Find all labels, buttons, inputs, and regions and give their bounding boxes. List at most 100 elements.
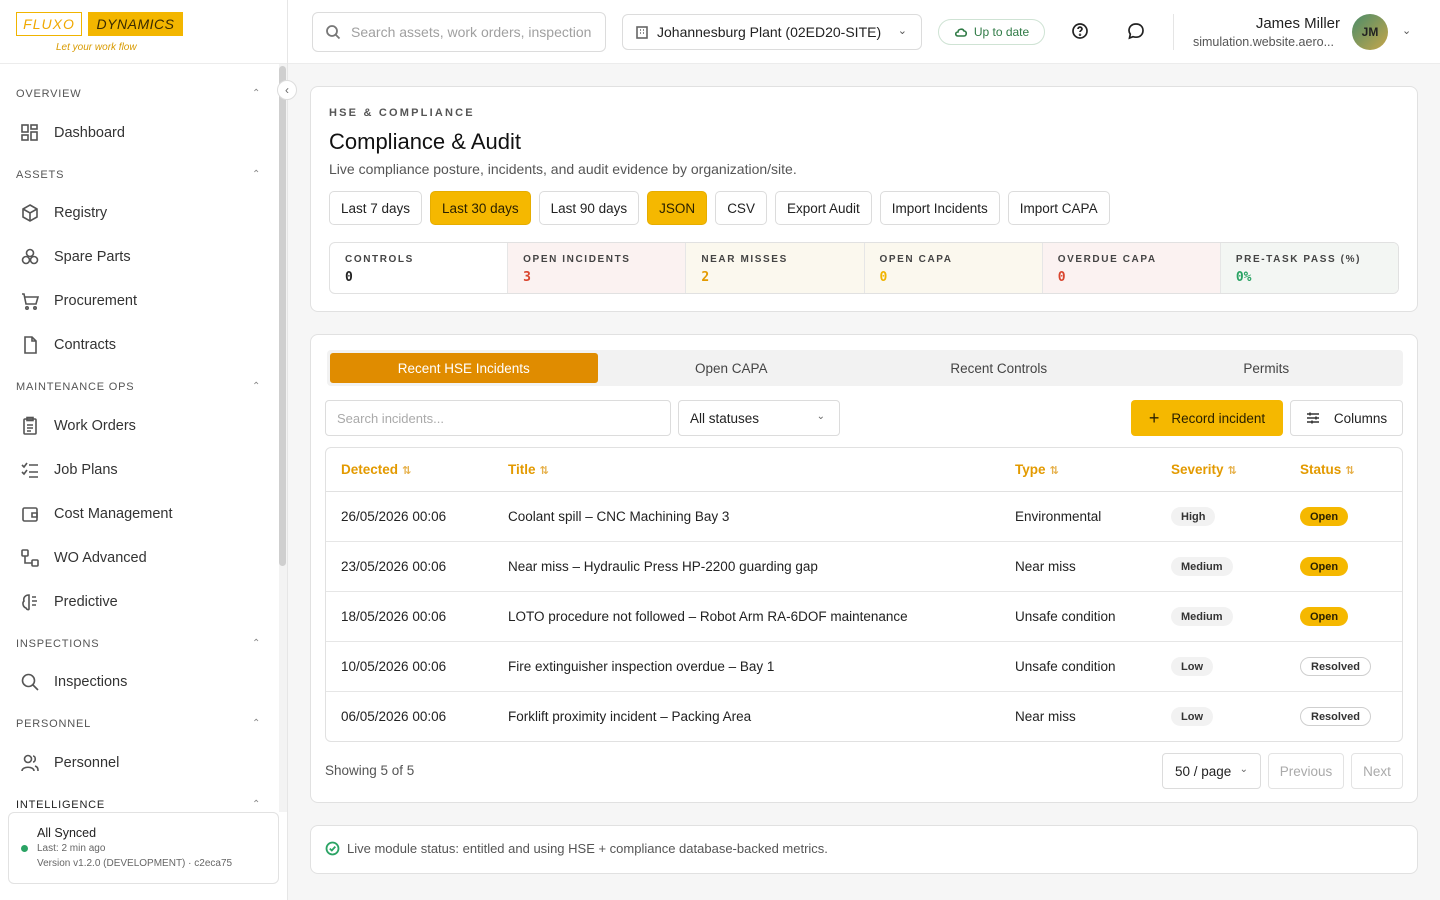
severity-badge: High [1171,507,1216,526]
column-header-type[interactable]: Type ⇅ [1015,462,1059,477]
table-row[interactable]: 06/05/2026 00:06 Forklift proximity inci… [326,692,1402,741]
column-header-label: Detected [341,462,399,477]
users-icon [21,754,39,772]
kpi-controls: CONTROLS 0 [330,243,509,293]
kpi-label: NEAR MISSES [701,254,788,265]
chevron-down-icon: ⌄ [897,25,907,37]
chevron-up-icon[interactable]: ⌃ [252,718,260,729]
chevron-left-icon: ‹ [285,83,289,97]
sidebar-item-label: Dashboard [54,125,125,141]
sync-status-badge[interactable]: Up to date [938,19,1045,45]
sidebar-item-inspections[interactable]: Inspections [20,672,127,692]
sidebar-item-wo-advanced[interactable]: WO Advanced [20,548,147,568]
sync-title: All Synced [37,826,97,840]
column-header-status[interactable]: Status ⇅ [1300,462,1354,477]
messages-button[interactable] [1127,22,1147,42]
column-header-detected[interactable]: Detected ⇅ [341,462,411,477]
site-selector-value: Johannesburg Plant (02ED20-SITE) [657,24,882,40]
chevron-up-icon[interactable]: ⌃ [252,638,260,649]
sidebar-item-dashboard[interactable]: Dashboard [20,123,125,143]
status-badge: Open [1300,507,1349,526]
format-json-button[interactable]: JSON [647,191,708,225]
sidebar-item-job-plans[interactable]: Job Plans [20,460,118,480]
table-row[interactable]: 18/05/2026 00:06 LOTO procedure not foll… [326,592,1402,642]
columns-label: Columns [1333,410,1388,426]
nav-section-personnel[interactable]: PERSONNEL [16,718,91,730]
record-incident-button[interactable]: + Record incident [1131,400,1283,436]
table-row[interactable]: 26/05/2026 00:06 Coolant spill – CNC Mac… [326,492,1402,542]
parts-icon [21,248,39,265]
cell-detected: 26/05/2026 00:06 [341,509,447,524]
avatar[interactable]: JM [1352,14,1388,50]
sidebar-item-label: Work Orders [54,418,136,434]
tab-permits[interactable]: Permits [1133,353,1401,383]
sync-last-time: Last: 2 min ago [37,843,106,854]
sliders-icon [1306,412,1319,424]
site-selector[interactable]: Johannesburg Plant (02ED20-SITE) ⌄ [622,14,922,50]
next-page-button[interactable]: Next [1351,753,1403,789]
chevron-up-icon[interactable]: ⌃ [252,88,260,99]
column-header-severity[interactable]: Severity ⇅ [1171,462,1237,477]
chevron-down-icon: ⌄ [1239,764,1248,775]
sidebar-item-spare-parts[interactable]: Spare Parts [20,247,131,267]
sidebar-item-procurement[interactable]: Procurement [20,291,137,311]
list-check-icon [21,462,38,478]
help-button[interactable] [1071,22,1091,42]
column-header-title[interactable]: Title ⇅ [508,462,549,477]
help-icon [1072,23,1088,39]
kpi-value: 0 [345,270,353,285]
table-row[interactable]: 23/05/2026 00:06 Near miss – Hydraulic P… [326,542,1402,592]
sidebar-scroll-thumb[interactable] [279,66,286,566]
range-30-days-button[interactable]: Last 30 days [430,191,531,225]
logo[interactable]: FLUXO DYNAMICS Let your work flow [0,0,287,64]
workflow-icon [21,549,39,567]
status-filter-select[interactable]: All statuses ⌄ [678,400,840,436]
import-capa-button[interactable]: Import CAPA [1007,191,1110,225]
user-name[interactable]: James Miller [1256,15,1340,32]
global-search-input[interactable] [351,24,591,40]
status-badge: Resolved [1300,657,1371,676]
incident-search-input[interactable] [325,400,671,436]
kpi-label: OVERDUE CAPA [1057,254,1157,265]
format-csv-button[interactable]: CSV [715,191,767,225]
table-row[interactable]: 10/05/2026 00:06 Fire extinguisher inspe… [326,642,1402,692]
kpi-value: 0 [1057,270,1066,285]
sidebar-item-cost-management[interactable]: Cost Management [20,504,172,524]
nav-section-assets[interactable]: ASSETS [16,169,64,181]
nav-section-inspections[interactable]: INSPECTIONS [16,638,99,650]
chevron-up-icon[interactable]: ⌃ [252,381,260,392]
columns-button[interactable]: Columns [1290,400,1403,436]
brain-icon [22,594,37,611]
kpi-overdue-capa: OVERDUE CAPA 0 [1042,243,1221,293]
tab-recent-hse-incidents[interactable]: Recent HSE Incidents [330,353,598,383]
export-audit-button[interactable]: Export Audit [774,191,872,225]
sidebar-item-predictive[interactable]: Predictive [20,592,118,612]
clipboard-icon [23,416,37,435]
range-90-days-button[interactable]: Last 90 days [538,191,640,225]
nav-section-intelligence[interactable]: INTELLIGENCE [16,799,105,811]
sidebar-item-registry[interactable]: Registry [20,203,107,223]
range-7-days-button[interactable]: Last 7 days [329,191,423,225]
collapse-sidebar-button[interactable]: ‹ [277,80,297,100]
tab-recent-controls[interactable]: Recent Controls [865,353,1133,383]
sidebar-item-work-orders[interactable]: Work Orders [20,416,136,436]
chevron-down-icon[interactable]: ⌄ [1402,24,1411,37]
sidebar-item-contracts[interactable]: Contracts [20,335,116,355]
grid-icon [21,124,38,141]
global-search[interactable] [312,12,606,52]
chevron-up-icon[interactable]: ⌃ [252,799,260,810]
logo-tagline: Let your work flow [56,42,137,53]
chevron-up-icon[interactable]: ⌃ [252,169,260,180]
page-size-select[interactable]: 50 / page ⌄ [1162,753,1261,789]
sync-status-label: Up to date [973,25,1030,39]
severity-badge: Medium [1171,557,1233,576]
sidebar-item-personnel[interactable]: Personnel [20,753,119,773]
tab-open-capa[interactable]: Open CAPA [598,353,866,383]
kpi-label: CONTROLS [345,254,414,265]
import-incidents-button[interactable]: Import Incidents [879,191,1000,225]
previous-page-button[interactable]: Previous [1268,753,1344,789]
sidebar-item-label: WO Advanced [54,550,147,566]
sync-status-dot [21,845,28,852]
nav-section-overview[interactable]: OVERVIEW [16,88,82,100]
nav-section-maintenance-ops[interactable]: MAINTENANCE OPS [16,381,134,393]
